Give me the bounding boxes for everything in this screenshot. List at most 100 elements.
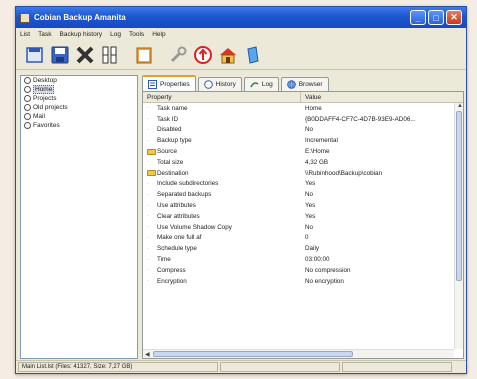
property-row[interactable]: Source E:\Home (143, 146, 454, 157)
property-row[interactable]: · Schedule type Daily (143, 243, 454, 254)
tab-properties[interactable]: Properties (142, 75, 196, 91)
bullet-icon: · (147, 116, 149, 123)
task-item[interactable]: Projects (21, 94, 137, 103)
column-header-value[interactable]: Value (301, 92, 321, 102)
log-tab-icon (250, 82, 259, 88)
browser-tab-icon (286, 80, 296, 89)
task-item[interactable]: Favorites (21, 121, 137, 130)
minimize-button[interactable]: _ (410, 10, 426, 25)
vertical-scrollbar[interactable]: ▲ (454, 103, 463, 349)
property-row[interactable]: · Time 03:00:00 (143, 254, 454, 265)
tab-label: History (215, 81, 236, 88)
property-value: {B0DDAFF4-CF7C-4D7B-93E9-AD06... (305, 115, 416, 123)
property-row[interactable]: · Clear attributes Yes (143, 211, 454, 222)
task-list[interactable]: Desktop Home Projects Old projects Mail … (20, 75, 138, 359)
tab-history[interactable]: History (197, 77, 242, 91)
property-name: Use attributes (157, 202, 196, 210)
property-row[interactable]: · Total size 4,32 GB (143, 157, 454, 168)
horizontal-scrollbar[interactable]: ◀ (143, 349, 454, 358)
tab-label: Properties (160, 80, 190, 88)
new-list-button[interactable] (24, 44, 46, 66)
help-button[interactable] (242, 44, 264, 66)
property-name-cell: · Use attributes (143, 202, 301, 209)
grid-header: Property Value (143, 92, 463, 103)
property-row[interactable]: · Task name Home (143, 103, 454, 114)
property-name-cell: · Backup type (143, 137, 301, 144)
property-name-cell: · Clear attributes (143, 213, 301, 220)
property-name-cell: · Task name (143, 105, 301, 112)
scroll-thumb[interactable] (153, 351, 353, 357)
property-name: Destination (157, 169, 189, 177)
window-title: Cobian Backup Amanita (34, 13, 126, 22)
property-row[interactable]: · Backup type Incremental (143, 135, 454, 146)
property-value: \\Rubinhood\Backup\cobian (305, 169, 383, 177)
task-radio-icon (24, 86, 31, 93)
close-button[interactable]: ✕ (446, 10, 462, 25)
property-value: 0 (305, 234, 309, 242)
property-name: Task ID (157, 115, 178, 123)
property-row[interactable]: · Separated backups No (143, 189, 454, 200)
bullet-icon: · (147, 126, 149, 133)
menu-help[interactable]: Help (152, 31, 165, 38)
property-name-cell: · Compress (143, 267, 301, 274)
task-radio-icon (24, 95, 31, 102)
task-item[interactable]: Desktop (21, 76, 137, 85)
tab-browser[interactable]: Browser (280, 77, 329, 91)
property-value: No (305, 126, 314, 134)
menu-backup-history[interactable]: Backup history (60, 31, 103, 38)
property-row[interactable]: · Make one full af 0 (143, 233, 454, 244)
properties-button[interactable] (99, 44, 121, 66)
menu-task[interactable]: Task (38, 31, 51, 38)
task-item[interactable]: Old projects (21, 103, 137, 112)
scroll-thumb[interactable] (456, 111, 462, 281)
home-button[interactable] (217, 44, 239, 66)
menu-bar: List Task Backup history Log Tools Help (16, 28, 466, 40)
property-row[interactable]: · Task ID {B0DDAFF4-CF7C-4D7B-93E9-AD06... (143, 114, 454, 125)
bullet-icon: · (147, 245, 149, 252)
scroll-up-icon[interactable]: ▲ (457, 103, 463, 109)
tools-button[interactable] (167, 44, 189, 66)
property-row[interactable]: · Encryption No encryption (143, 276, 454, 287)
bullet-icon: · (147, 278, 149, 285)
property-name-cell: · Time (143, 256, 301, 263)
title-bar[interactable]: Cobian Backup Amanita _ □ ✕ (16, 7, 466, 28)
bullet-icon: · (147, 180, 149, 187)
properties-grid[interactable]: Property Value · Task name Home · Task ID {B0… (142, 91, 464, 359)
backup-now-button[interactable] (192, 44, 214, 66)
tab-log[interactable]: Log (243, 77, 279, 91)
folder-icon (147, 148, 156, 155)
property-value: No (305, 191, 314, 199)
property-value: Daily (305, 245, 319, 253)
new-list-icon (26, 46, 43, 63)
property-row[interactable]: · Use Volume Shadow Copy No (143, 222, 454, 233)
column-header-property[interactable]: Property (143, 92, 301, 102)
status-text: Main List.lst (Files: 41327, Size: 7,27 … (18, 362, 218, 372)
scroll-left-icon[interactable]: ◀ (145, 351, 150, 358)
maximize-button[interactable]: □ (428, 10, 444, 25)
bullet-icon: · (147, 191, 149, 198)
menu-tools[interactable]: Tools (129, 31, 144, 38)
property-name: Backup type (157, 137, 192, 145)
property-row[interactable]: · Compress No compression (143, 265, 454, 276)
folder-icon (147, 170, 156, 177)
task-item-selected[interactable]: Home (21, 85, 137, 94)
property-row[interactable]: · Use attributes Yes (143, 200, 454, 211)
app-icon (20, 12, 30, 23)
property-name: Task name (157, 104, 188, 112)
save-list-icon (51, 46, 69, 63)
toolbar (16, 40, 466, 70)
property-row[interactable]: · Disabled No (143, 125, 454, 136)
save-list-button[interactable] (49, 44, 71, 66)
delete-button[interactable] (74, 44, 96, 66)
clipboard-button[interactable] (133, 44, 155, 66)
property-value: Yes (305, 202, 316, 210)
property-row[interactable]: · Include subdirectories Yes (143, 179, 454, 190)
bullet-icon: · (147, 202, 149, 209)
task-radio-icon (24, 122, 31, 129)
property-row[interactable]: Destination \\Rubinhood\Backup\cobian (143, 168, 454, 179)
tab-bar: Properties History Log Browser (142, 75, 464, 91)
menu-log[interactable]: Log (110, 31, 121, 38)
property-name-cell: · Encryption (143, 278, 301, 285)
menu-list[interactable]: List (20, 31, 30, 38)
task-item[interactable]: Mail (21, 112, 137, 121)
